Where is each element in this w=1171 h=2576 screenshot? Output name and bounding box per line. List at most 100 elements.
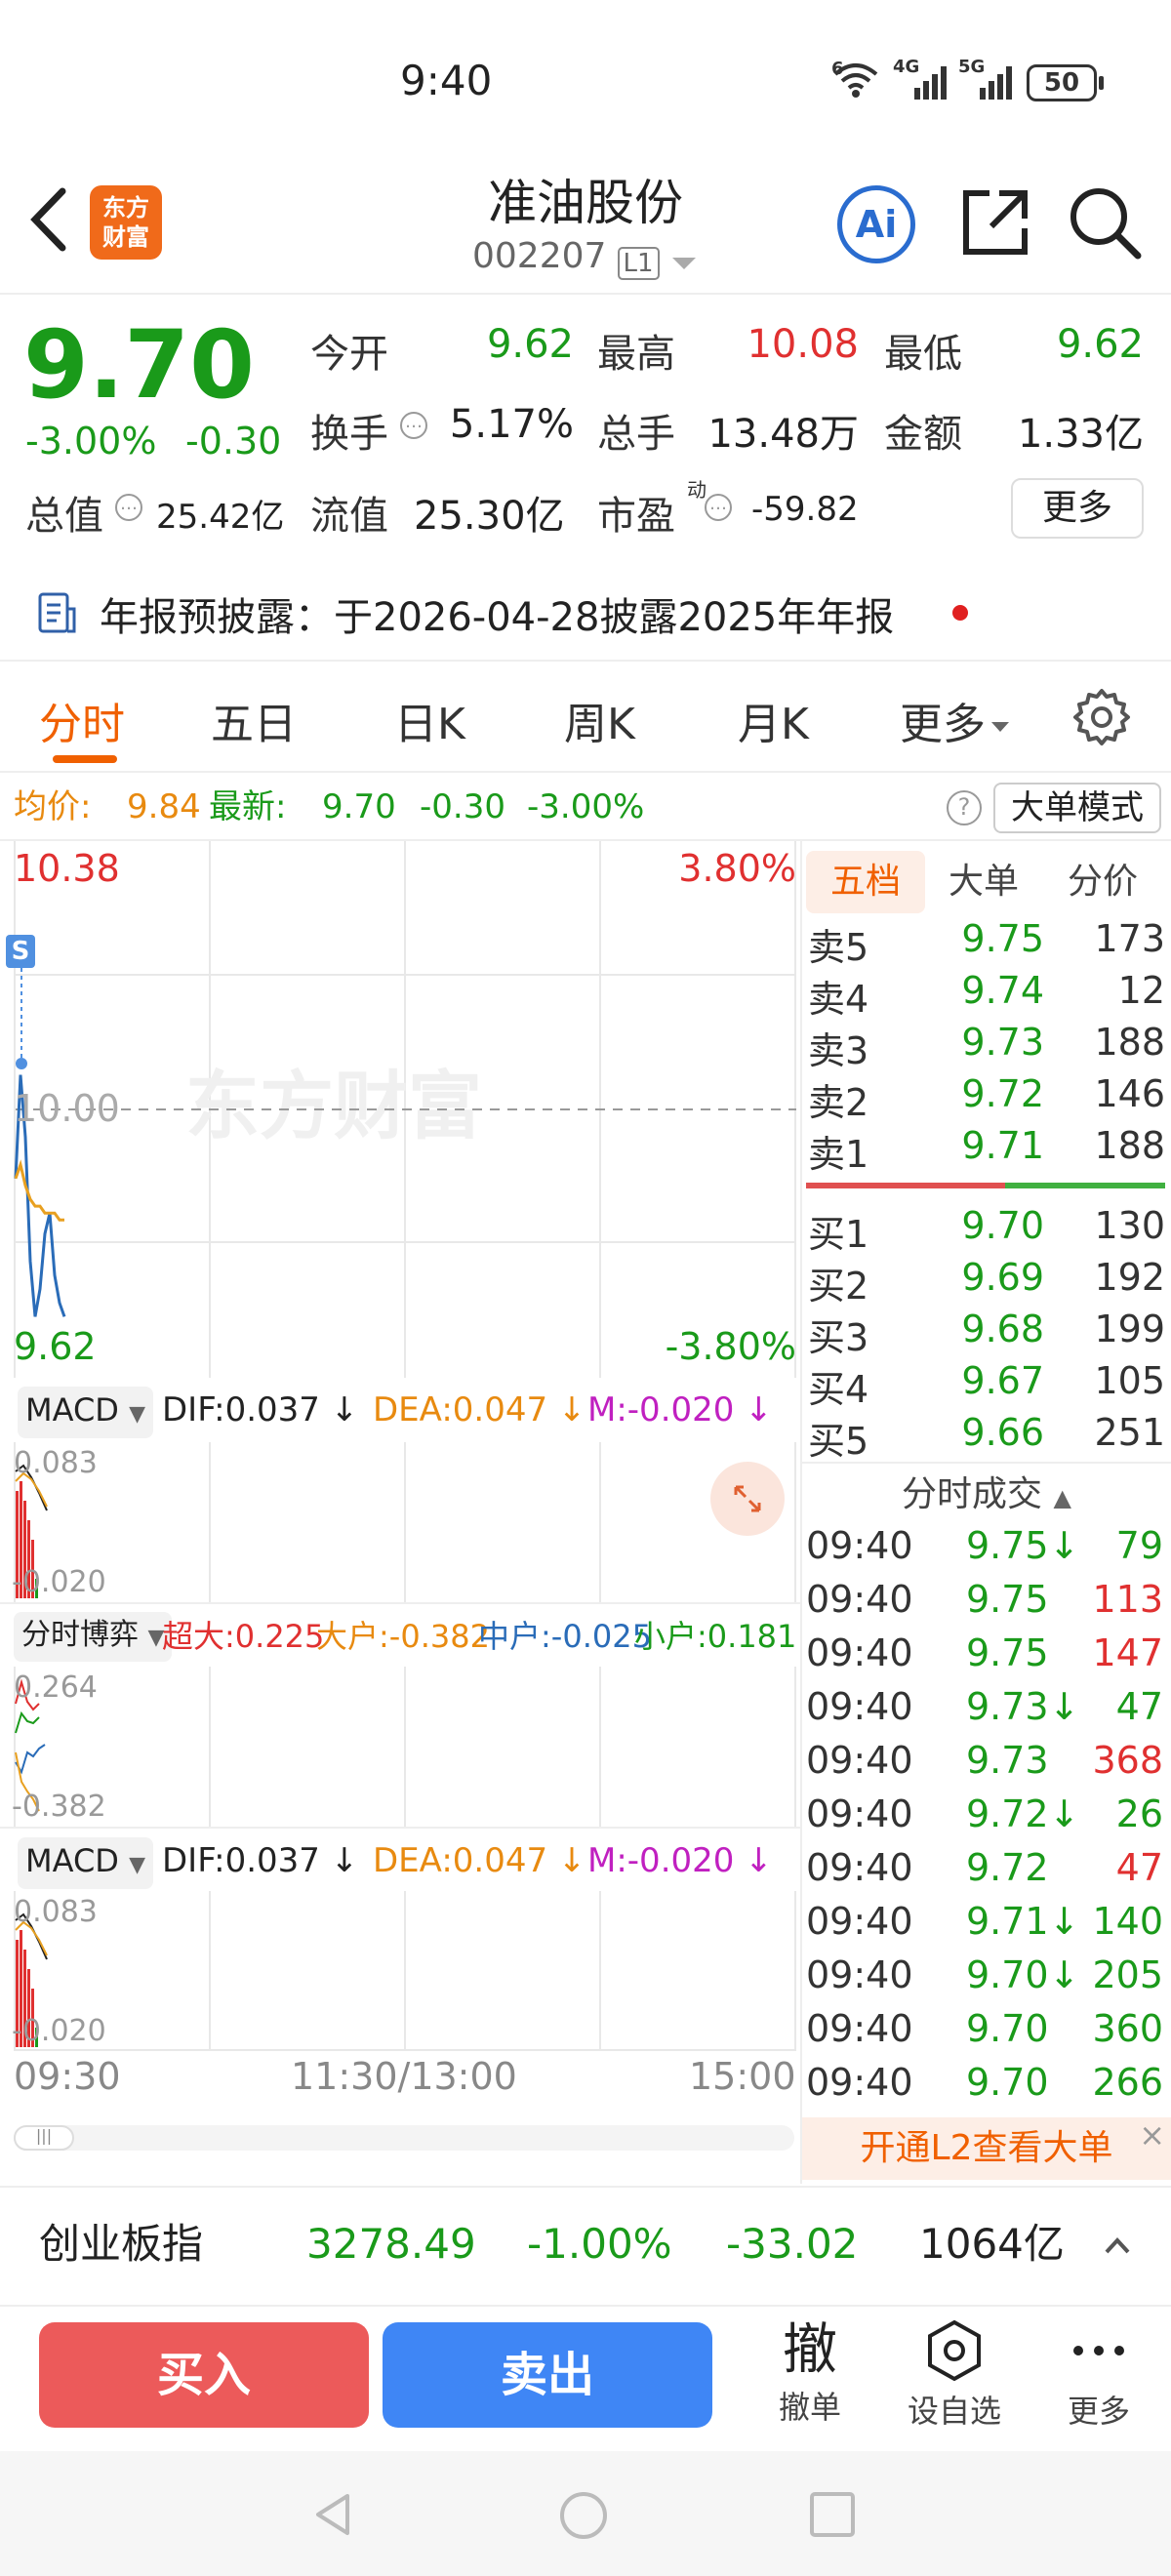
game-select[interactable]: 分时博弈 ▼ [14, 1612, 173, 1662]
trade-volume: 360 [1092, 2007, 1163, 2050]
grid-line [794, 1442, 796, 1602]
bid-level-price[interactable]: 9.68 [800, 1308, 1044, 1350]
amount-label: 金额 [884, 412, 962, 457]
add-watchlist-label: 设自选 [907, 2393, 1001, 2430]
ask-level-price[interactable]: 9.72 [800, 1072, 1044, 1115]
pe-info-icon[interactable]: … [705, 494, 732, 521]
more-quote-button[interactable]: 更多 [1011, 478, 1144, 539]
nav-recents-icon[interactable] [808, 2490, 857, 2539]
trade-volume: 205 [1092, 1953, 1163, 1996]
tabs-divider [0, 771, 1171, 773]
turnover-value: 5.17% [449, 402, 574, 447]
game-super: 超大:0.225 [162, 1618, 325, 1655]
battery-level: 50 [1043, 68, 1080, 98]
bid-level-price[interactable]: 9.70 [800, 1204, 1044, 1247]
scroll-handle[interactable]: ||| [14, 2125, 74, 2151]
bid-level-volume: 105 [1094, 1359, 1165, 1402]
y-axis-bottom: 9.62 [14, 1325, 97, 1368]
tab-more[interactable]: 更多 [900, 689, 1011, 751]
macd-select[interactable]: MACD ▼ [18, 1387, 154, 1438]
buy-button[interactable]: 买入 [39, 2322, 369, 2428]
nav-home-icon[interactable] [558, 2490, 609, 2541]
bid-level-price[interactable]: 9.66 [800, 1411, 1044, 1454]
mktcap-info-icon[interactable]: … [115, 494, 142, 521]
macd2-m: M:-0.020 ↓ [587, 1841, 773, 1880]
pe-superscript: 动 [687, 478, 707, 502]
game-axis-top: 0.264 [14, 1670, 98, 1705]
sell-button[interactable]: 卖出 [383, 2322, 712, 2428]
bid-level-volume: 251 [1094, 1411, 1165, 1454]
macd-dif-value: DIF:0.037 [162, 1390, 320, 1429]
price-chart-svg [14, 968, 796, 1317]
chart-scrollbar[interactable]: ||| [14, 2125, 794, 2151]
avg-label: 均价: [14, 787, 92, 826]
help-icon[interactable]: ? [947, 790, 982, 825]
bid-level-price[interactable]: 9.69 [800, 1256, 1044, 1299]
index-amount: 1064亿 [919, 2220, 1065, 2268]
macd2-select[interactable]: MACD ▼ [18, 1837, 154, 1889]
tab-daily-k[interactable]: 日K [394, 689, 465, 751]
big-order-mode-button[interactable]: 大单模式 [993, 783, 1161, 833]
trade-volume: 79 [1115, 1524, 1163, 1567]
grid-line [794, 1891, 796, 2051]
trade-volume: 140 [1092, 1900, 1163, 1943]
close-icon[interactable]: × [1139, 2104, 1165, 2166]
turnover-info-icon[interactable]: … [400, 412, 427, 439]
grid-line [209, 1667, 211, 1827]
status-bar: 9:40 6 4G 5G 50 [0, 39, 1171, 127]
tab-monthly-k[interactable]: 月K [738, 689, 809, 751]
game-big: 大户:-0.382 [316, 1618, 490, 1655]
spread-bar-ask [806, 1183, 1005, 1188]
index-pct: -1.00% [527, 2220, 672, 2268]
nav-back-icon[interactable] [308, 2490, 357, 2539]
more-actions-button[interactable]: 更多 [1050, 2318, 1148, 2439]
l2-banner[interactable]: 开通L2查看大单 × [802, 2116, 1171, 2180]
index-bar[interactable]: 创业板指 3278.49 -1.00% -33.02 1064亿 [0, 2186, 1171, 2307]
tab-five-day[interactable]: 五日 [211, 689, 297, 751]
macd2-panel[interactable]: 0.083 -0.020 [0, 1891, 800, 2051]
signal-marker-icon[interactable]: S [6, 935, 35, 968]
settings-gear-icon[interactable] [1071, 687, 1132, 751]
trade-volume: 113 [1092, 1578, 1163, 1621]
add-watchlist-button[interactable]: 设自选 [896, 2318, 1013, 2439]
expand-icon[interactable] [710, 1462, 785, 1536]
stock-code-row[interactable]: 002207 L1 [472, 236, 698, 281]
report-icon [37, 591, 76, 638]
macd2-axis-top: 0.083 [14, 1895, 98, 1929]
macd2-axis-bottom: -0.020 [12, 2014, 106, 2048]
spread-bar-bid [1005, 1183, 1165, 1188]
notice-bar[interactable]: 年报预披露：于2026-04-28披露2025年年报 [0, 566, 1171, 654]
ask-level-volume: 12 [1117, 969, 1165, 1012]
share-icon[interactable] [956, 183, 1034, 265]
chart-tabs: 分时 五日 日K 周K 月K 更多 [0, 664, 1171, 771]
index-value: 3278.49 [306, 2220, 476, 2268]
tab-five-levels[interactable]: 五档 [806, 851, 925, 913]
ai-button[interactable]: Ai [837, 185, 915, 263]
system-nav-bar [0, 2451, 1171, 2576]
cancel-order-button[interactable]: 撤 撤单 [761, 2318, 859, 2439]
ask-level-volume: 188 [1094, 1124, 1165, 1167]
tab-price-dist[interactable]: 分价 [1068, 851, 1138, 913]
trade-time: 09:40 [806, 2061, 913, 2104]
price-chart[interactable]: 东方财富 10.38 3.80% 10.00 9.62 -3.80% S [0, 841, 800, 1378]
open-label: 今开 [310, 332, 388, 377]
trade-time: 09:40 [806, 1846, 913, 1889]
macd-panel[interactable]: 0.083 -0.020 [0, 1442, 800, 1602]
ask-level-price[interactable]: 9.75 [800, 917, 1044, 960]
macd-m: M:-0.020 ↓ [587, 1390, 773, 1429]
ask-level-price[interactable]: 9.74 [800, 969, 1044, 1012]
tab-minute[interactable]: 分时 [39, 689, 125, 751]
macd-m-value: M:-0.020 [587, 1390, 735, 1429]
quote-panel: 9.70 -3.00% -0.30 今开 9.62 最高 10.08 最低 9.… [0, 302, 1171, 546]
game-panel[interactable]: 0.264 -0.382 [0, 1667, 800, 1827]
bid-level-price[interactable]: 9.67 [800, 1359, 1044, 1402]
tab-big-orders[interactable]: 大单 [949, 851, 1019, 913]
grid-line [404, 1667, 406, 1827]
tab-weekly-k[interactable]: 周K [564, 689, 635, 751]
ask-level-price[interactable]: 9.73 [800, 1021, 1044, 1064]
trades-header[interactable]: 分时成交 ▲ [802, 1468, 1171, 1522]
ask-level-price[interactable]: 9.71 [800, 1124, 1044, 1167]
more-quote-label: 更多 [1041, 488, 1112, 528]
macd-header: MACD ▼ DIF:0.037 ↓ DEA:0.047 ↓ M:-0.020 … [0, 1378, 800, 1442]
search-icon[interactable] [1066, 183, 1144, 265]
